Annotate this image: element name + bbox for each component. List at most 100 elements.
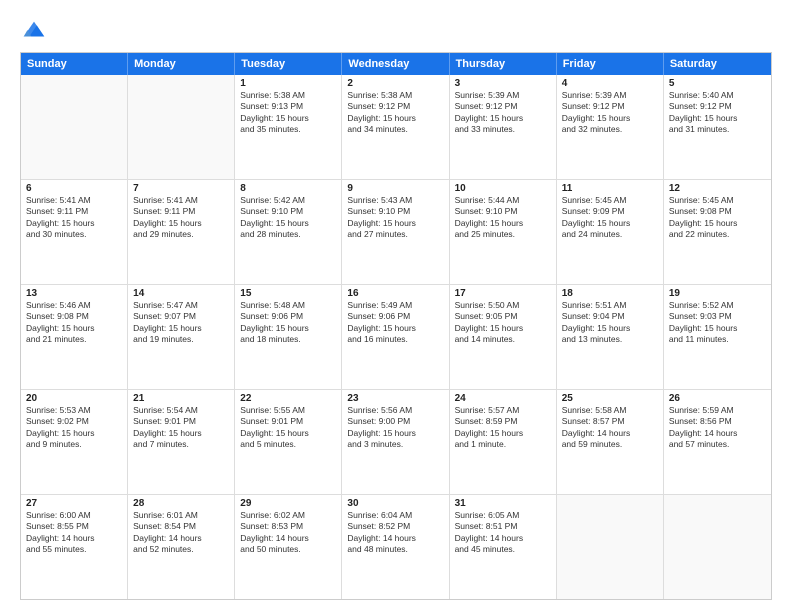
day-info: Sunrise: 5:44 AM Sunset: 9:10 PM Dayligh… [455, 195, 551, 241]
weekday-header: Friday [557, 53, 664, 75]
day-info: Sunrise: 5:39 AM Sunset: 9:12 PM Dayligh… [455, 90, 551, 136]
weekday-header: Saturday [664, 53, 771, 75]
day-info: Sunrise: 5:39 AM Sunset: 9:12 PM Dayligh… [562, 90, 658, 136]
day-number: 12 [669, 183, 766, 194]
day-number: 15 [240, 288, 336, 299]
calendar-cell: 13Sunrise: 5:46 AM Sunset: 9:08 PM Dayli… [21, 285, 128, 389]
weekday-header: Monday [128, 53, 235, 75]
day-info: Sunrise: 5:45 AM Sunset: 9:08 PM Dayligh… [669, 195, 766, 241]
day-number: 18 [562, 288, 658, 299]
calendar-cell: 19Sunrise: 5:52 AM Sunset: 9:03 PM Dayli… [664, 285, 771, 389]
calendar-body: 1Sunrise: 5:38 AM Sunset: 9:13 PM Daylig… [21, 75, 771, 599]
logo [20, 16, 52, 44]
day-info: Sunrise: 5:52 AM Sunset: 9:03 PM Dayligh… [669, 300, 766, 346]
calendar-cell: 28Sunrise: 6:01 AM Sunset: 8:54 PM Dayli… [128, 495, 235, 599]
calendar-cell: 10Sunrise: 5:44 AM Sunset: 9:10 PM Dayli… [450, 180, 557, 284]
calendar-cell: 2Sunrise: 5:38 AM Sunset: 9:12 PM Daylig… [342, 75, 449, 179]
day-info: Sunrise: 5:38 AM Sunset: 9:13 PM Dayligh… [240, 90, 336, 136]
day-info: Sunrise: 5:54 AM Sunset: 9:01 PM Dayligh… [133, 405, 229, 451]
calendar-cell: 30Sunrise: 6:04 AM Sunset: 8:52 PM Dayli… [342, 495, 449, 599]
day-info: Sunrise: 5:48 AM Sunset: 9:06 PM Dayligh… [240, 300, 336, 346]
day-info: Sunrise: 6:00 AM Sunset: 8:55 PM Dayligh… [26, 510, 122, 556]
day-number: 19 [669, 288, 766, 299]
day-info: Sunrise: 5:56 AM Sunset: 9:00 PM Dayligh… [347, 405, 443, 451]
calendar-cell: 25Sunrise: 5:58 AM Sunset: 8:57 PM Dayli… [557, 390, 664, 494]
calendar-row: 20Sunrise: 5:53 AM Sunset: 9:02 PM Dayli… [21, 389, 771, 494]
calendar-row: 6Sunrise: 5:41 AM Sunset: 9:11 PM Daylig… [21, 179, 771, 284]
calendar-cell: 23Sunrise: 5:56 AM Sunset: 9:00 PM Dayli… [342, 390, 449, 494]
day-info: Sunrise: 5:47 AM Sunset: 9:07 PM Dayligh… [133, 300, 229, 346]
day-info: Sunrise: 5:55 AM Sunset: 9:01 PM Dayligh… [240, 405, 336, 451]
calendar-cell: 11Sunrise: 5:45 AM Sunset: 9:09 PM Dayli… [557, 180, 664, 284]
day-number: 9 [347, 183, 443, 194]
day-number: 14 [133, 288, 229, 299]
day-number: 22 [240, 393, 336, 404]
day-number: 17 [455, 288, 551, 299]
day-info: Sunrise: 5:49 AM Sunset: 9:06 PM Dayligh… [347, 300, 443, 346]
day-number: 24 [455, 393, 551, 404]
calendar-cell: 29Sunrise: 6:02 AM Sunset: 8:53 PM Dayli… [235, 495, 342, 599]
day-info: Sunrise: 5:53 AM Sunset: 9:02 PM Dayligh… [26, 405, 122, 451]
day-number: 8 [240, 183, 336, 194]
calendar-cell: 27Sunrise: 6:00 AM Sunset: 8:55 PM Dayli… [21, 495, 128, 599]
calendar-cell: 18Sunrise: 5:51 AM Sunset: 9:04 PM Dayli… [557, 285, 664, 389]
day-info: Sunrise: 5:57 AM Sunset: 8:59 PM Dayligh… [455, 405, 551, 451]
calendar-cell: 6Sunrise: 5:41 AM Sunset: 9:11 PM Daylig… [21, 180, 128, 284]
day-info: Sunrise: 5:41 AM Sunset: 9:11 PM Dayligh… [133, 195, 229, 241]
day-info: Sunrise: 6:01 AM Sunset: 8:54 PM Dayligh… [133, 510, 229, 556]
day-number: 5 [669, 78, 766, 89]
day-number: 29 [240, 498, 336, 509]
calendar-cell: 17Sunrise: 5:50 AM Sunset: 9:05 PM Dayli… [450, 285, 557, 389]
weekday-header: Sunday [21, 53, 128, 75]
day-number: 11 [562, 183, 658, 194]
logo-icon [20, 16, 48, 44]
day-number: 21 [133, 393, 229, 404]
calendar-cell [21, 75, 128, 179]
calendar-cell: 16Sunrise: 5:49 AM Sunset: 9:06 PM Dayli… [342, 285, 449, 389]
calendar: SundayMondayTuesdayWednesdayThursdayFrid… [20, 52, 772, 600]
day-info: Sunrise: 5:58 AM Sunset: 8:57 PM Dayligh… [562, 405, 658, 451]
day-info: Sunrise: 5:38 AM Sunset: 9:12 PM Dayligh… [347, 90, 443, 136]
day-info: Sunrise: 5:40 AM Sunset: 9:12 PM Dayligh… [669, 90, 766, 136]
calendar-header: SundayMondayTuesdayWednesdayThursdayFrid… [21, 53, 771, 75]
day-number: 4 [562, 78, 658, 89]
day-info: Sunrise: 5:43 AM Sunset: 9:10 PM Dayligh… [347, 195, 443, 241]
day-number: 6 [26, 183, 122, 194]
weekday-header: Tuesday [235, 53, 342, 75]
calendar-cell: 14Sunrise: 5:47 AM Sunset: 9:07 PM Dayli… [128, 285, 235, 389]
day-info: Sunrise: 5:41 AM Sunset: 9:11 PM Dayligh… [26, 195, 122, 241]
day-info: Sunrise: 5:50 AM Sunset: 9:05 PM Dayligh… [455, 300, 551, 346]
calendar-cell: 31Sunrise: 6:05 AM Sunset: 8:51 PM Dayli… [450, 495, 557, 599]
calendar-row: 27Sunrise: 6:00 AM Sunset: 8:55 PM Dayli… [21, 494, 771, 599]
day-info: Sunrise: 6:02 AM Sunset: 8:53 PM Dayligh… [240, 510, 336, 556]
day-info: Sunrise: 5:59 AM Sunset: 8:56 PM Dayligh… [669, 405, 766, 451]
day-info: Sunrise: 6:05 AM Sunset: 8:51 PM Dayligh… [455, 510, 551, 556]
calendar-cell [664, 495, 771, 599]
day-number: 7 [133, 183, 229, 194]
day-info: Sunrise: 5:42 AM Sunset: 9:10 PM Dayligh… [240, 195, 336, 241]
weekday-header: Wednesday [342, 53, 449, 75]
calendar-cell [128, 75, 235, 179]
calendar-cell: 26Sunrise: 5:59 AM Sunset: 8:56 PM Dayli… [664, 390, 771, 494]
page-header [20, 16, 772, 44]
day-number: 23 [347, 393, 443, 404]
day-number: 26 [669, 393, 766, 404]
day-info: Sunrise: 5:51 AM Sunset: 9:04 PM Dayligh… [562, 300, 658, 346]
day-number: 25 [562, 393, 658, 404]
calendar-cell: 4Sunrise: 5:39 AM Sunset: 9:12 PM Daylig… [557, 75, 664, 179]
day-info: Sunrise: 5:46 AM Sunset: 9:08 PM Dayligh… [26, 300, 122, 346]
calendar-cell [557, 495, 664, 599]
day-number: 16 [347, 288, 443, 299]
day-number: 20 [26, 393, 122, 404]
calendar-cell: 7Sunrise: 5:41 AM Sunset: 9:11 PM Daylig… [128, 180, 235, 284]
calendar-cell: 20Sunrise: 5:53 AM Sunset: 9:02 PM Dayli… [21, 390, 128, 494]
calendar-cell: 5Sunrise: 5:40 AM Sunset: 9:12 PM Daylig… [664, 75, 771, 179]
day-number: 30 [347, 498, 443, 509]
day-number: 2 [347, 78, 443, 89]
calendar-row: 13Sunrise: 5:46 AM Sunset: 9:08 PM Dayli… [21, 284, 771, 389]
day-info: Sunrise: 5:45 AM Sunset: 9:09 PM Dayligh… [562, 195, 658, 241]
day-number: 13 [26, 288, 122, 299]
calendar-cell: 3Sunrise: 5:39 AM Sunset: 9:12 PM Daylig… [450, 75, 557, 179]
calendar-cell: 15Sunrise: 5:48 AM Sunset: 9:06 PM Dayli… [235, 285, 342, 389]
calendar-cell: 22Sunrise: 5:55 AM Sunset: 9:01 PM Dayli… [235, 390, 342, 494]
